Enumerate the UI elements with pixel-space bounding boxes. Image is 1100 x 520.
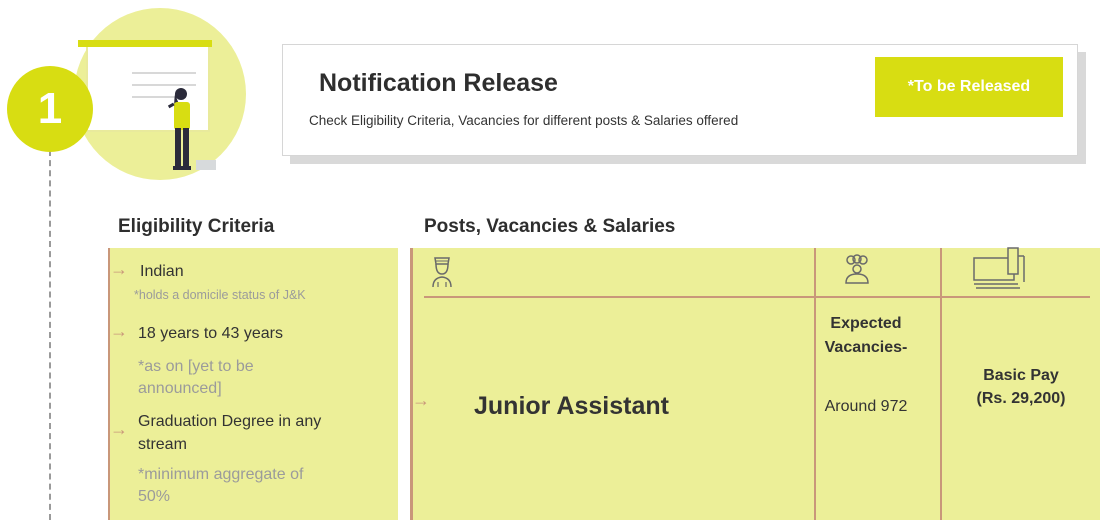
notice-board-top-bar [78,40,212,47]
person-icon [167,88,191,170]
posts-heading: Posts, Vacancies & Salaries [424,216,676,237]
criteria-nationality: Indian [140,263,184,280]
eligibility-heading: Eligibility Criteria [118,216,275,237]
eligibility-timeline-line [108,248,110,520]
officer-icon [432,257,452,288]
criteria-age: 18 years to 43 years [138,325,283,342]
arrow-right-icon: → [110,419,128,439]
notification-card: Notification Release Check Eligibility C… [282,44,1078,156]
notification-title: Notification Release [319,69,558,97]
arrow-right-icon: → [110,259,128,279]
release-status-badge: *To be Released [875,57,1063,117]
posts-timeline-line [410,248,413,520]
column-divider [814,248,816,520]
step-number-badge: 1 [7,66,93,152]
arrow-right-icon: → [412,390,430,410]
vacancies-value: Around 972 [824,398,908,415]
money-icon [973,247,1025,289]
arrow-right-icon: → [110,321,128,341]
vacancies-label: Expected Vacancies- [824,315,908,356]
eligibility-panel: → Indian *holds a domicile status of J&K… [108,248,398,520]
timeline-dashed-line [49,150,51,520]
posts-panel: → Junior Assistant Expected Vacancies- A… [410,247,1100,520]
criteria-education-note: *minimum aggregate of 50% [138,466,304,505]
post-name: Junior Assistant [474,392,669,420]
board-line [132,72,196,74]
criteria-nationality-note: *holds a domicile status of J&K [134,288,306,302]
criteria-education: Graduation Degree in any stream [138,413,322,454]
notification-subtitle: Check Eligibility Criteria, Vacancies fo… [309,113,739,128]
people-icon [845,254,869,284]
criteria-age-note: *as on [yet to be announced] [138,358,254,397]
basic-pay: Basic Pay (Rs. 29,200) [976,367,1066,408]
header-divider [424,296,1090,298]
